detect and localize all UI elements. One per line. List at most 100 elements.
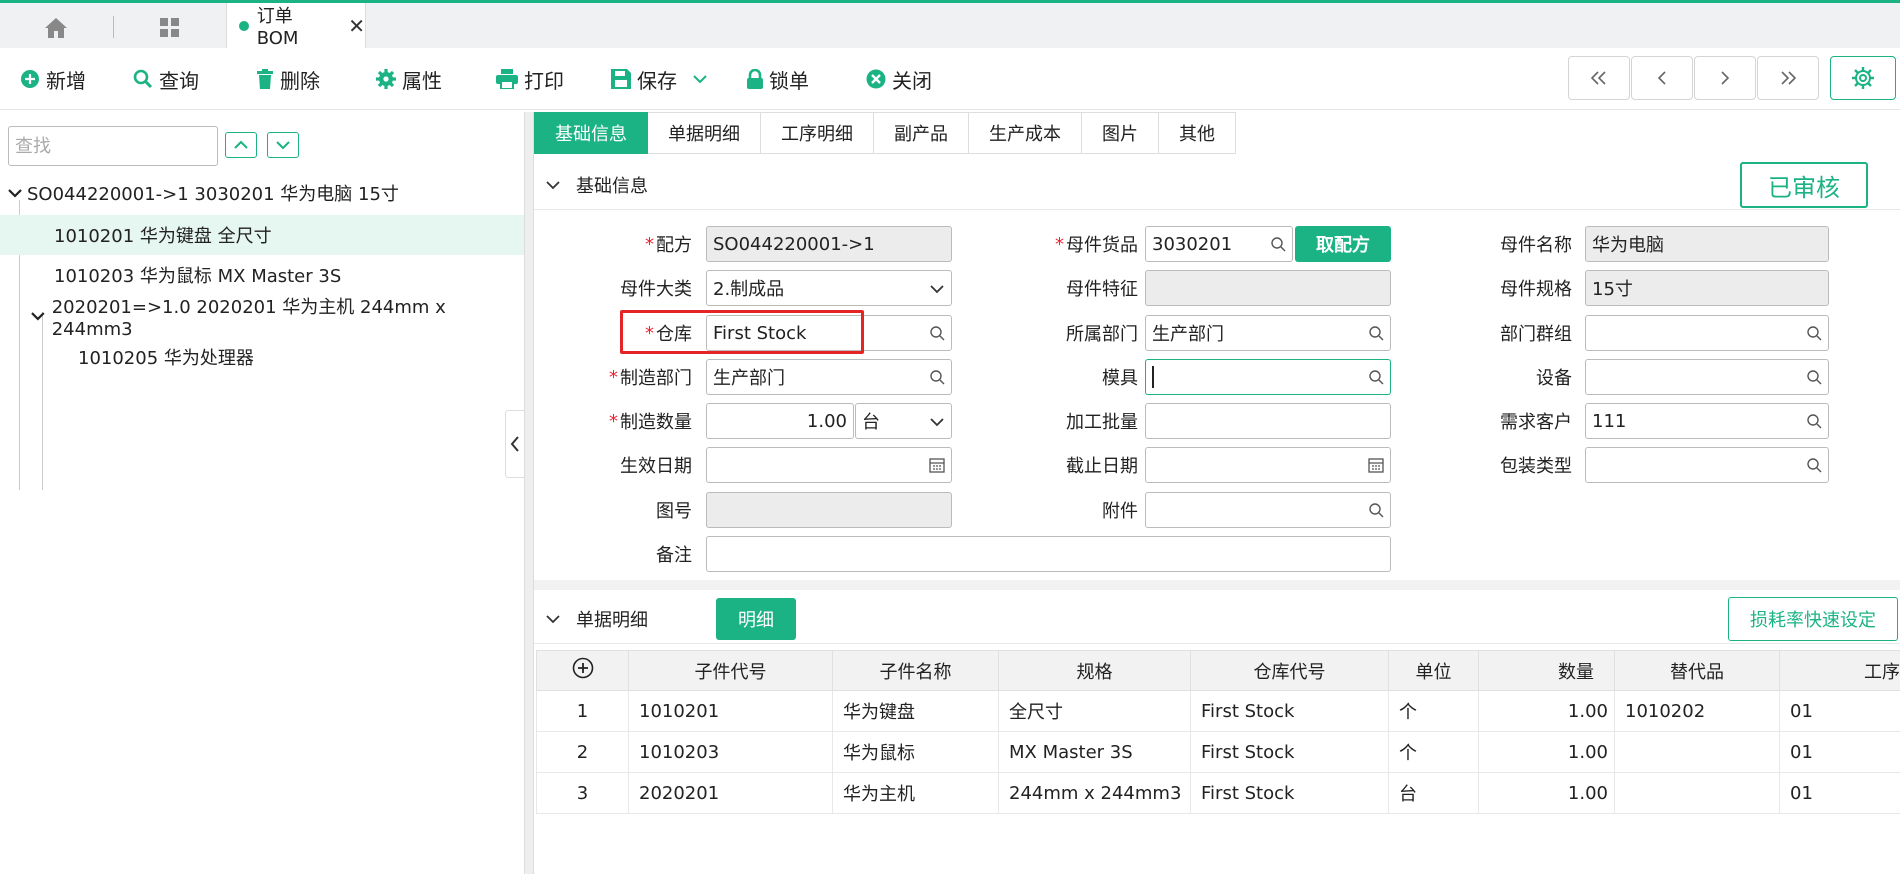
column-header[interactable]: 子件名称 [832, 650, 999, 691]
first-record-button[interactable] [1568, 56, 1630, 100]
chevron-down-icon[interactable] [929, 283, 945, 295]
chevron-down-icon[interactable] [546, 614, 560, 624]
move-down-button[interactable] [267, 132, 299, 158]
column-header[interactable]: 工序 [1779, 650, 1900, 691]
drawing-no-field[interactable] [706, 492, 952, 528]
cell-process[interactable]: 01 [1779, 731, 1900, 773]
prev-record-button[interactable] [1631, 56, 1693, 100]
collapse-panel-handle[interactable] [505, 410, 525, 478]
column-header[interactable]: 替代品 [1614, 650, 1780, 691]
close-icon[interactable]: ✕ [348, 14, 365, 38]
calendar-icon[interactable] [1368, 457, 1384, 473]
search-icon[interactable] [929, 369, 945, 385]
print-button[interactable]: 打印 [496, 64, 564, 94]
cell-warehouse[interactable]: First Stock [1190, 731, 1389, 773]
equipment-field[interactable] [1585, 359, 1829, 395]
parent-name-field[interactable]: 华为电脑 [1585, 226, 1829, 262]
cell-code[interactable]: 1010203 [628, 731, 833, 773]
chevron-down-icon[interactable] [929, 416, 945, 428]
column-header[interactable]: 规格 [998, 650, 1191, 691]
search-icon[interactable] [1806, 413, 1822, 429]
search-icon[interactable] [1806, 457, 1822, 473]
home-icon[interactable] [36, 13, 76, 43]
tab-other[interactable]: 其他 [1159, 112, 1236, 154]
cell-qty[interactable]: 1.00 [1478, 690, 1615, 732]
tree-node-keyboard[interactable]: 1010201 华为键盘 全尺寸 [0, 215, 524, 255]
dept-field[interactable]: 生产部门 [1145, 315, 1391, 351]
parent-feature-field[interactable] [1145, 270, 1391, 306]
lock-button[interactable]: 锁单 [747, 64, 809, 94]
remark-field[interactable] [706, 536, 1391, 572]
chevron-down-icon[interactable] [30, 310, 46, 322]
column-header[interactable]: 仓库代号 [1190, 650, 1389, 691]
attachment-field[interactable] [1145, 492, 1391, 528]
cell-qty[interactable]: 1.00 [1478, 731, 1615, 773]
add-row-header[interactable] [536, 650, 629, 691]
cell-name[interactable]: 华为主机 [832, 772, 999, 814]
get-recipe-button[interactable]: 取配方 [1295, 226, 1391, 262]
add-button[interactable]: 新增 [20, 64, 86, 94]
end-date-field[interactable] [1145, 447, 1391, 483]
cell-spec[interactable]: 244mm x 244mm3 [998, 772, 1191, 814]
tree-node-mouse[interactable]: 1010203 华为鼠标 MX Master 3S [0, 255, 524, 295]
cell-code[interactable]: 2020201 [628, 772, 833, 814]
cell-unit[interactable]: 个 [1388, 690, 1479, 732]
mfg-dept-field[interactable]: 生产部门 [706, 359, 952, 395]
chevron-down-icon[interactable] [693, 74, 707, 84]
start-date-field[interactable] [706, 447, 952, 483]
detail-button[interactable]: 明细 [716, 598, 796, 640]
parent-spec-field[interactable]: 15寸 [1585, 270, 1829, 306]
calendar-icon[interactable] [929, 457, 945, 473]
cell-warehouse[interactable]: First Stock [1190, 690, 1389, 732]
table-row[interactable]: 3 2020201 华为主机 244mm x 244mm3 First Stoc… [536, 772, 1900, 814]
cell-spec[interactable]: 全尺寸 [998, 690, 1191, 732]
recipe-field[interactable]: SO044220001->1 [706, 226, 952, 262]
tab-doc-detail[interactable]: 单据明细 [648, 112, 761, 154]
pack-type-field[interactable] [1585, 447, 1829, 483]
tab-order-bom[interactable]: 订单BOM ✕ [226, 3, 366, 49]
search-icon[interactable] [1368, 502, 1384, 518]
cell-code[interactable]: 1010201 [628, 690, 833, 732]
chevron-down-icon[interactable] [546, 180, 560, 190]
delete-button[interactable]: 删除 [256, 64, 320, 94]
properties-button[interactable]: 属性 [376, 64, 442, 94]
chevron-down-icon[interactable] [7, 187, 23, 199]
apps-grid-icon[interactable] [150, 13, 190, 43]
tab-images[interactable]: 图片 [1082, 112, 1159, 154]
tree-node-cpu[interactable]: 1010205 华为处理器 [0, 337, 524, 377]
close-button[interactable]: 关闭 [866, 64, 932, 94]
cell-name[interactable]: 华为鼠标 [832, 731, 999, 773]
column-header[interactable]: 单位 [1388, 650, 1479, 691]
search-icon[interactable] [1368, 369, 1384, 385]
tree-node-root[interactable]: SO044220001->1 3030201 华为电脑 15寸 [0, 173, 524, 213]
cell-unit[interactable]: 个 [1388, 731, 1479, 773]
search-icon[interactable] [1806, 369, 1822, 385]
tab-by-products[interactable]: 副产品 [874, 112, 969, 154]
customer-field[interactable]: 111 [1585, 403, 1829, 439]
query-button[interactable]: 查询 [133, 64, 199, 94]
cell-substitute[interactable] [1614, 731, 1780, 773]
mold-field[interactable] [1145, 359, 1391, 395]
tab-basic-info[interactable]: 基础信息 [534, 112, 648, 154]
cell-warehouse[interactable]: First Stock [1190, 772, 1389, 814]
plus-circle-icon[interactable] [572, 657, 594, 679]
cell-process[interactable]: 01 [1779, 690, 1900, 732]
mfg-qty-field[interactable]: 1.00 [706, 403, 854, 439]
column-header[interactable]: 子件代号 [628, 650, 833, 691]
save-button[interactable]: 保存 [611, 64, 707, 94]
cell-unit[interactable]: 台 [1388, 772, 1479, 814]
parent-class-select[interactable]: 2.制成品 [706, 270, 952, 306]
search-icon[interactable] [1806, 325, 1822, 341]
tree-node-host[interactable]: 2020201=>1.0 2020201 华为主机 244mm x 244mm3 [0, 296, 524, 340]
panel-splitter[interactable] [524, 112, 534, 874]
search-icon[interactable] [1368, 325, 1384, 341]
cell-substitute[interactable] [1614, 772, 1780, 814]
table-row[interactable]: 2 1010203 华为鼠标 MX Master 3S First Stock … [536, 731, 1900, 773]
loss-rate-quick-set-button[interactable]: 损耗率快速设定 [1728, 597, 1898, 641]
tab-production-cost[interactable]: 生产成本 [969, 112, 1082, 154]
last-record-button[interactable] [1757, 56, 1819, 100]
cell-name[interactable]: 华为键盘 [832, 690, 999, 732]
settings-button[interactable] [1830, 56, 1896, 100]
cell-spec[interactable]: MX Master 3S [998, 731, 1191, 773]
basic-info-header[interactable]: 基础信息 [534, 160, 1900, 210]
